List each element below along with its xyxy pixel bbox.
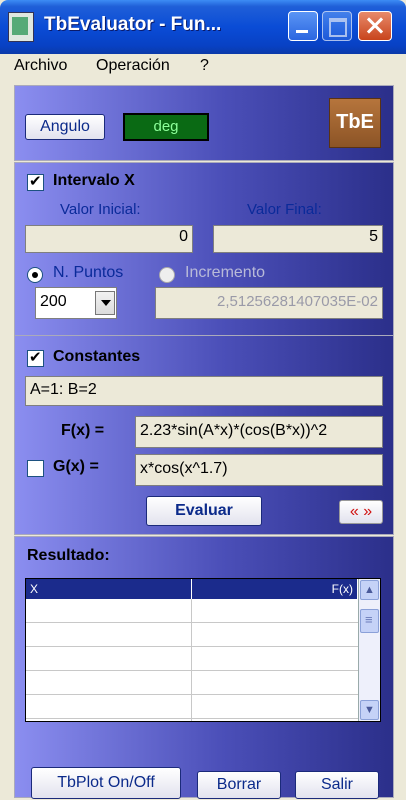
table-row[interactable] <box>26 695 358 719</box>
valor-inicial-field[interactable]: 0 <box>25 225 193 253</box>
angulo-button[interactable]: Angulo <box>25 114 105 140</box>
valor-inicial-label: Valor Inicial: <box>60 201 141 218</box>
tbplot-toggle-button[interactable]: TbPlot On/Off <box>31 767 181 799</box>
constantes-field[interactable]: A=1: B=2 <box>25 376 383 406</box>
close-button[interactable] <box>358 11 392 41</box>
scroll-up-icon[interactable]: ▲ <box>360 580 379 600</box>
gx-label: G(x) = <box>53 458 99 475</box>
menu-archivo[interactable]: Archivo <box>14 57 67 75</box>
npuntos-radio[interactable] <box>27 267 43 283</box>
tbe-logo: TbE <box>329 98 381 148</box>
gx-field[interactable]: x*cos(x^1.7) <box>135 454 383 486</box>
borrar-button[interactable]: Borrar <box>197 771 281 799</box>
minimize-button[interactable] <box>288 11 318 41</box>
expand-toggle-button[interactable]: « » <box>339 500 383 524</box>
incremento-label: Incremento <box>185 264 266 281</box>
app-icon[interactable] <box>8 12 34 42</box>
intervalo-title: Intervalo X <box>53 172 135 189</box>
constants-panel: Constantes A=1: B=2 F(x) = 2.23*sin(A*x)… <box>14 335 394 535</box>
column-header-x[interactable]: X <box>26 579 192 599</box>
interval-panel: Intervalo X Valor Inicial: Valor Final: … <box>14 162 394 364</box>
results-table[interactable]: X F(x) ▲ ▼ <box>25 578 381 722</box>
npuntos-value: 200 <box>40 293 67 310</box>
column-header-fx[interactable]: F(x) <box>192 579 358 599</box>
column-divider <box>191 599 192 721</box>
table-row[interactable] <box>26 671 358 695</box>
fx-field[interactable]: 2.23*sin(A*x)*(cos(B*x))^2 <box>135 416 383 448</box>
window-title: TbEvaluator - Fun... <box>44 14 222 35</box>
resultado-title: Resultado: <box>27 547 110 564</box>
table-header: X F(x) <box>26 579 358 599</box>
title-bar[interactable]: TbEvaluator - Fun... <box>0 0 406 54</box>
incremento-field: 2,51256281407035E-02 <box>155 287 383 319</box>
evaluar-button[interactable]: Evaluar <box>146 496 262 526</box>
maximize-button <box>322 11 352 41</box>
scroll-thumb[interactable] <box>360 609 379 633</box>
valor-final-field[interactable]: 5 <box>213 225 383 253</box>
salir-button[interactable]: Salir <box>295 771 379 799</box>
intervalo-checkbox[interactable] <box>27 172 44 191</box>
vertical-scrollbar[interactable]: ▲ ▼ <box>358 579 380 721</box>
menu-operacion[interactable]: Operación <box>96 57 170 75</box>
incremento-radio[interactable] <box>159 267 175 283</box>
table-row[interactable] <box>26 623 358 647</box>
fx-label: F(x) = <box>61 422 105 439</box>
gx-checkbox[interactable] <box>27 460 44 477</box>
npuntos-label: N. Puntos <box>53 264 124 281</box>
menu-help[interactable]: ? <box>200 57 209 75</box>
chevron-down-icon[interactable] <box>95 291 115 315</box>
constantes-title: Constantes <box>53 348 141 365</box>
table-row[interactable] <box>26 647 358 671</box>
constantes-checkbox[interactable] <box>27 348 44 367</box>
valor-final-label: Valor Final: <box>247 201 322 218</box>
table-row[interactable] <box>26 599 358 623</box>
angle-panel: Angulo deg TbE <box>14 85 394 161</box>
scroll-down-icon[interactable]: ▼ <box>360 700 379 720</box>
angle-unit-display: deg <box>123 113 209 141</box>
menu-bar: Archivo Operación ? <box>4 54 402 80</box>
